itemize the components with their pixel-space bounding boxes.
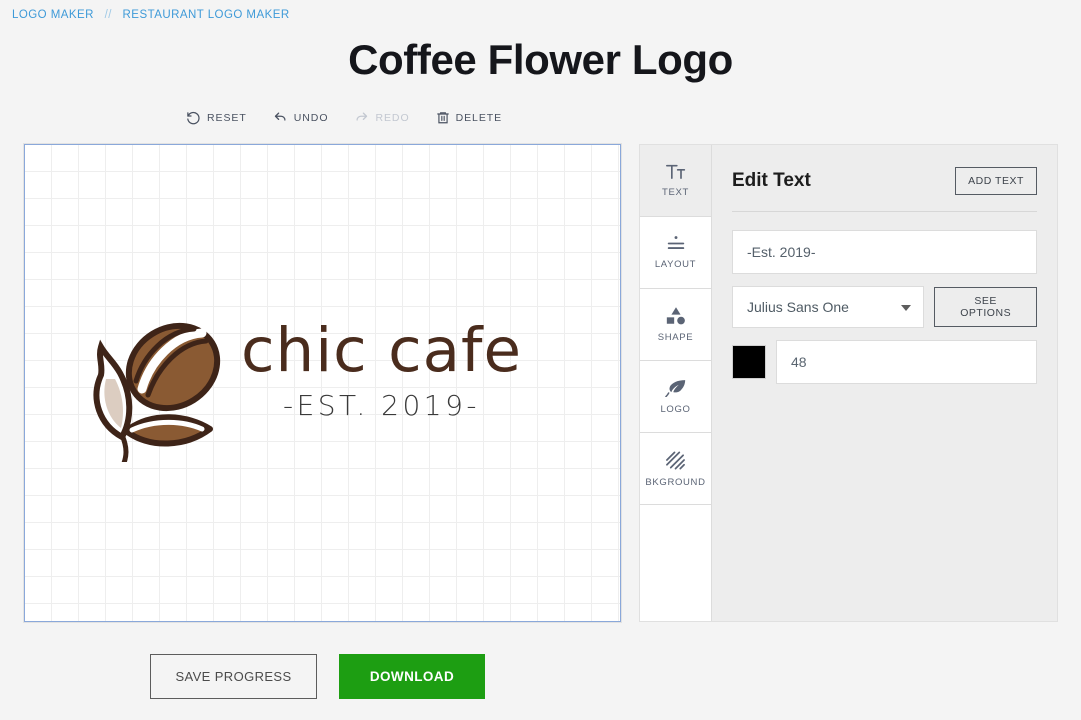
tab-bkground-label: BKGROUND [645,476,706,488]
logo-text-group[interactable]: chic cafe -EST. 2019- [241,318,522,422]
font-family-select[interactable]: Julius Sans One [732,286,925,328]
save-progress-button[interactable]: SAVE PROGRESS [150,654,317,699]
text-icon [665,163,686,180]
add-text-button[interactable]: ADD TEXT [955,167,1037,195]
tab-text-label: TEXT [662,187,689,198]
breadcrumb: LOGO MAKER // RESTAURANT LOGO MAKER [12,9,290,21]
tab-shape[interactable]: SHAPE [640,289,711,361]
undo-icon [273,110,288,125]
font-row: Julius Sans One SEE OPTIONS [732,286,1037,328]
see-options-button[interactable]: SEE OPTIONS [934,287,1037,327]
logo-sub-text[interactable]: -EST. 2019- [283,389,480,422]
panel-header: Edit Text ADD TEXT [732,167,1037,195]
undo-label: UNDO [293,111,329,124]
logo-main-text[interactable]: chic cafe [241,318,522,383]
chevron-down-icon [901,305,912,311]
reset-icon [186,110,201,125]
font-family-value: Julius Sans One [747,299,849,315]
editor-toolbar: RESET UNDO REDO DELETE [186,110,502,125]
redo-button[interactable]: REDO [354,110,409,125]
panel-body: Edit Text ADD TEXT Julius Sans One SEE O… [712,145,1057,621]
undo-button[interactable]: UNDO [273,110,329,125]
breadcrumb-item-restaurant-logo-maker[interactable]: RESTAURANT LOGO MAKER [123,9,290,21]
delete-label: DELETE [455,111,503,124]
tab-layout[interactable]: LAYOUT [640,217,711,289]
tab-bkground[interactable]: BKGROUND [640,433,711,505]
delete-button[interactable]: DELETE [436,110,503,125]
panel-tabstrip: TEXT LAYOUT SHAPE LOGO BKGROUND [640,145,712,621]
page-title: Coffee Flower Logo [348,36,733,83]
coffee-bean-flower-icon[interactable] [70,317,235,466]
layout-icon [665,235,687,252]
panel-title: Edit Text [732,170,811,191]
logo-canvas[interactable]: chic cafe -EST. 2019- [23,143,622,623]
panel-divider [732,211,1037,212]
tab-layout-label: LAYOUT [654,259,697,270]
download-button[interactable]: DOWNLOAD [339,654,485,699]
logo-artwork[interactable]: chic cafe -EST. 2019- [25,145,622,623]
breadcrumb-item-logo-maker[interactable]: LOGO MAKER [12,9,94,21]
tab-shape-label: SHAPE [657,332,694,343]
reset-label: RESET [207,111,247,124]
reset-button[interactable]: RESET [186,110,247,125]
redo-icon [354,110,369,125]
text-color-swatch[interactable] [732,345,766,379]
hatch-icon [665,450,686,470]
tab-text[interactable]: TEXT [640,145,711,217]
tab-logo-label: LOGO [660,404,691,415]
size-row [732,340,1037,384]
trash-icon [436,110,450,125]
redo-label: REDO [375,111,410,124]
shape-icon [665,306,687,325]
text-content-input[interactable] [732,230,1037,274]
leaf-icon [664,378,687,397]
breadcrumb-separator: // [104,9,112,21]
bottom-actions: SAVE PROGRESS DOWNLOAD [150,654,485,699]
tab-logo[interactable]: LOGO [640,361,711,433]
font-size-input[interactable] [776,340,1037,384]
editor-panel: TEXT LAYOUT SHAPE LOGO BKGROUND Edit Tex… [639,144,1058,622]
